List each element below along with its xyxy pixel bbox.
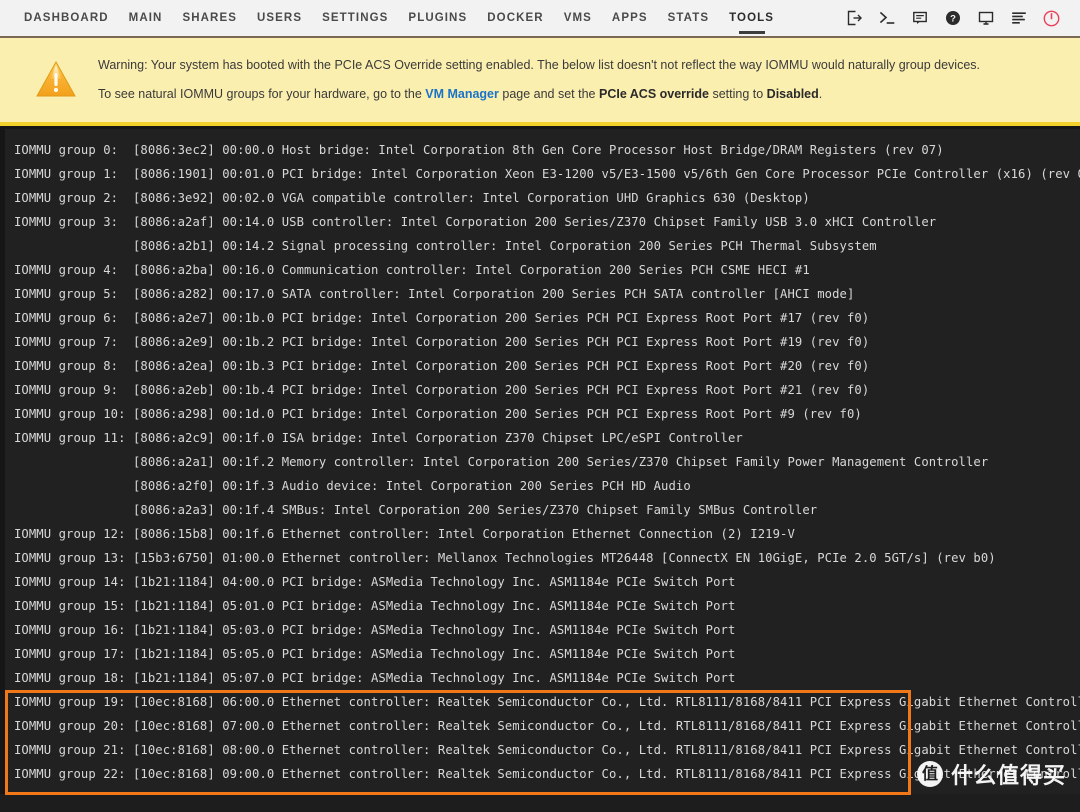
iommu-line: IOMMU group 9: [8086:a2eb] 00:1b.4 PCI b… [14,383,870,397]
nav-item-docker[interactable]: DOCKER [477,0,553,37]
iommu-line: [8086:a2a1] 00:1f.2 Memory controller: I… [14,455,989,469]
iommu-group-9: IOMMU group 9: [8086:a2eb] 00:1b.4 PCI b… [5,378,1080,402]
nav-icon-group: ? [845,10,1066,27]
iommu-group-7: IOMMU group 7: [8086:a2e9] 00:1b.2 PCI b… [5,330,1080,354]
iommu-line: IOMMU group 11: [8086:a2c9] 00:1f.0 ISA … [14,431,743,445]
iommu-line: IOMMU group 4: [8086:a2ba] 00:16.0 Commu… [14,263,810,277]
iommu-line: IOMMU group 5: [8086:a282] 00:17.0 SATA … [14,287,855,301]
nav-label: PLUGINS [408,12,468,24]
log-icon[interactable] [1010,10,1027,27]
iommu-group-4: IOMMU group 4: [8086:a2ba] 00:16.0 Commu… [5,258,1080,282]
warning-line2-suffix: . [818,87,823,101]
iommu-group-3: IOMMU group 3: [8086:a2af] 00:14.0 USB c… [5,210,1080,258]
notes-icon[interactable] [911,10,928,27]
watermark: 值 什么值得买 [916,758,1066,790]
iommu-line: IOMMU group 19: [10ec:8168] 06:00.0 Ethe… [14,695,1080,709]
top-navigation-bar: DASHBOARD MAIN SHARES USERS SETTINGS PLU… [0,0,1080,38]
iommu-group-18: IOMMU group 18: [1b21:1184] 05:07.0 PCI … [5,666,1080,690]
iommu-line: IOMMU group 0: [8086:3ec2] 00:00.0 Host … [14,143,944,157]
nav-label: APPS [611,12,648,24]
warning-line-1: Warning: Your system has booted with the… [98,58,981,72]
nav-label: TOOLS [729,12,775,24]
warning-line2-mid2: setting to [708,87,767,101]
iommu-group-2: IOMMU group 2: [8086:3e92] 00:02.0 VGA c… [5,186,1080,210]
iommu-line: IOMMU group 6: [8086:a2e7] 00:1b.0 PCI b… [14,311,870,325]
iommu-line: IOMMU group 12: [8086:15b8] 00:1f.6 Ethe… [14,527,795,541]
display-icon[interactable] [977,10,994,27]
iommu-group-20: IOMMU group 20: [10ec:8168] 07:00.0 Ethe… [5,714,1080,738]
warning-setting-value: Disabled [766,87,819,101]
watermark-badge-icon: 值 [916,761,943,787]
iommu-group-16: IOMMU group 16: [1b21:1184] 05:03.0 PCI … [5,618,1080,642]
warning-line-2: To see natural IOMMU groups for your har… [98,87,980,102]
nav-label: USERS [256,12,303,24]
nav-item-dashboard[interactable]: DASHBOARD [14,0,119,37]
iommu-line: [8086:a2a3] 00:1f.4 SMBus: Intel Corpora… [14,503,818,517]
power-icon[interactable] [1043,10,1060,27]
nav-item-stats[interactable]: STATS [658,0,720,37]
iommu-line: IOMMU group 3: [8086:a2af] 00:14.0 USB c… [14,215,937,229]
iommu-group-11: IOMMU group 11: [8086:a2c9] 00:1f.0 ISA … [5,426,1080,522]
warning-text-block: Warning: Your system has booted with the… [98,58,980,102]
iommu-group-0: IOMMU group 0: [8086:3ec2] 00:00.0 Host … [5,138,1080,162]
logout-icon[interactable] [845,10,862,27]
nav-item-settings[interactable]: SETTINGS [312,0,398,37]
iommu-group-19: IOMMU group 19: [10ec:8168] 06:00.0 Ethe… [5,690,1080,714]
warning-setting-name: PCIe ACS override [598,87,709,101]
nav-item-apps[interactable]: APPS [602,0,658,37]
iommu-group-8: IOMMU group 8: [8086:a2ea] 00:1b.3 PCI b… [5,354,1080,378]
nav-label: MAIN [128,12,163,24]
iommu-line: IOMMU group 18: [1b21:1184] 05:07.0 PCI … [14,671,736,685]
nav-label: STATS [667,12,710,24]
nav-item-main[interactable]: MAIN [119,0,173,37]
nav-label: VMS [563,12,592,24]
bottom-strip [0,794,1080,808]
terminal-icon[interactable] [878,10,895,27]
iommu-line: IOMMU group 15: [1b21:1184] 05:01.0 PCI … [14,599,736,613]
terminal-wrapper: IOMMU group 0: [8086:3ec2] 00:00.0 Host … [0,126,1080,808]
nav-item-shares[interactable]: SHARES [172,0,247,37]
iommu-device-list[interactable]: IOMMU group 0: [8086:3ec2] 00:00.0 Host … [5,129,1080,808]
nav-menu: DASHBOARD MAIN SHARES USERS SETTINGS PLU… [14,0,784,37]
nav-item-vms[interactable]: VMS [554,0,602,37]
vm-manager-link[interactable]: VM Manager [425,87,499,101]
iommu-group-10: IOMMU group 10: [8086:a298] 00:1d.0 PCI … [5,402,1080,426]
iommu-line: IOMMU group 8: [8086:a2ea] 00:1b.3 PCI b… [14,359,870,373]
iommu-line: IOMMU group 7: [8086:a2e9] 00:1b.2 PCI b… [14,335,870,349]
iommu-group-15: IOMMU group 15: [1b21:1184] 05:01.0 PCI … [5,594,1080,618]
iommu-line: [8086:a2f0] 00:1f.3 Audio device: Intel … [14,479,691,493]
iommu-line: IOMMU group 10: [8086:a298] 00:1d.0 PCI … [14,407,862,421]
nav-item-users[interactable]: USERS [247,0,312,37]
iommu-line: IOMMU group 14: [1b21:1184] 04:00.0 PCI … [14,575,736,589]
warning-triangle-icon [34,58,78,102]
svg-text:?: ? [950,14,956,25]
nav-item-tools[interactable]: TOOLS [719,0,784,37]
iommu-line: IOMMU group 16: [1b21:1184] 05:03.0 PCI … [14,623,736,637]
nav-item-plugins[interactable]: PLUGINS [398,0,477,37]
iommu-group-6: IOMMU group 6: [8086:a2e7] 00:1b.0 PCI b… [5,306,1080,330]
nav-label: SHARES [182,12,237,24]
warning-line2-prefix: To see natural IOMMU groups for your har… [98,87,426,101]
warning-line2-mid1: page and set the [498,87,599,101]
iommu-line: IOMMU group 2: [8086:3e92] 00:02.0 VGA c… [14,191,810,205]
nav-label: DASHBOARD [24,12,109,24]
iommu-line: IOMMU group 20: [10ec:8168] 07:00.0 Ethe… [14,719,1080,733]
iommu-group-17: IOMMU group 17: [1b21:1184] 05:05.0 PCI … [5,642,1080,666]
iommu-line: [8086:a2b1] 00:14.2 Signal processing co… [14,239,877,253]
iommu-line: IOMMU group 13: [15b3:6750] 01:00.0 Ethe… [14,551,996,565]
iommu-group-5: IOMMU group 5: [8086:a282] 00:17.0 SATA … [5,282,1080,306]
nav-label: SETTINGS [322,12,389,24]
iommu-group-13: IOMMU group 13: [15b3:6750] 01:00.0 Ethe… [5,546,1080,570]
iommu-group-12: IOMMU group 12: [8086:15b8] 00:1f.6 Ethe… [5,522,1080,546]
help-icon[interactable]: ? [944,10,961,27]
warning-banner: Warning: Your system has booted with the… [0,38,1080,126]
iommu-group-14: IOMMU group 14: [1b21:1184] 04:00.0 PCI … [5,570,1080,594]
iommu-line: IOMMU group 1: [8086:1901] 00:01.0 PCI b… [14,167,1080,181]
iommu-line: IOMMU group 17: [1b21:1184] 05:05.0 PCI … [14,647,736,661]
iommu-group-1: IOMMU group 1: [8086:1901] 00:01.0 PCI b… [5,162,1080,186]
watermark-text: 什么值得买 [950,764,1066,789]
nav-label: DOCKER [487,12,544,24]
